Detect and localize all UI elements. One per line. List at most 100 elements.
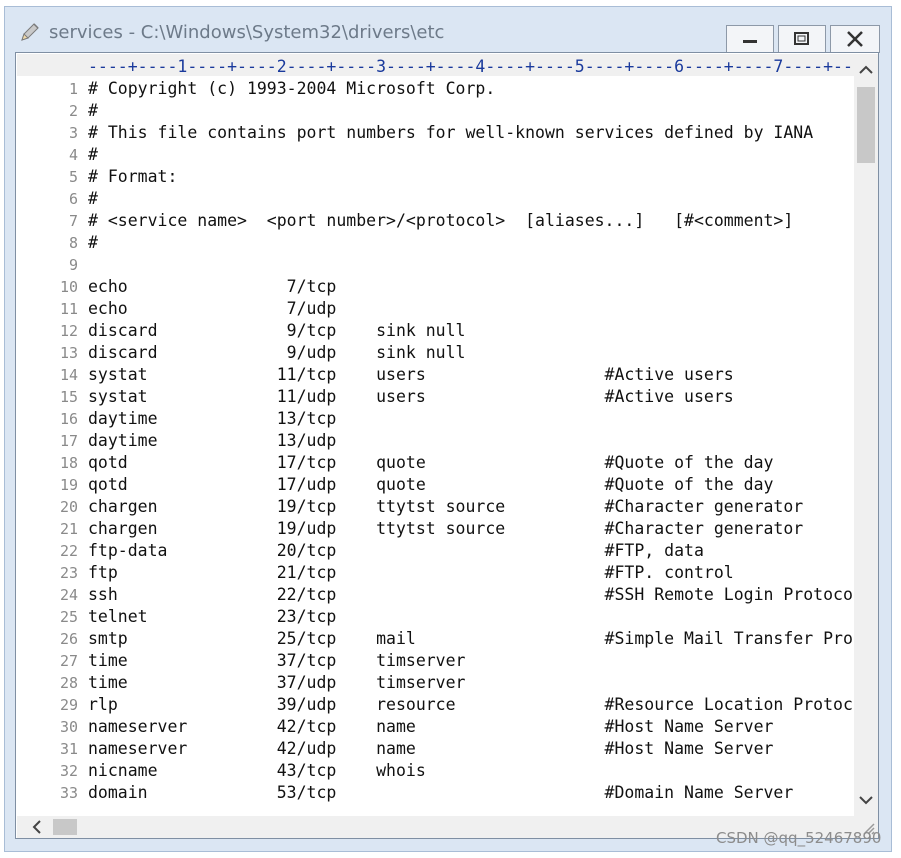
line-text[interactable]: ftp 21/tcp #FTP. control	[88, 563, 734, 582]
line-text[interactable]: # Copyright (c) 1993-2004 Microsoft Corp…	[88, 79, 495, 98]
line-text[interactable]: chargen 19/tcp ttytst source #Character …	[88, 497, 803, 516]
horizontal-scroll-thumb[interactable]	[53, 819, 77, 835]
maximize-icon	[794, 32, 809, 45]
line-text[interactable]: #	[88, 101, 98, 120]
text-line[interactable]: 28 time 37/udp timserver	[17, 672, 853, 694]
line-text[interactable]: time 37/tcp timserver	[88, 651, 466, 670]
minimize-button[interactable]	[726, 25, 774, 53]
line-text[interactable]: daytime 13/tcp	[88, 409, 336, 428]
line-text[interactable]: echo 7/udp	[88, 299, 336, 318]
text-line[interactable]: 1 # Copyright (c) 1993-2004 Microsoft Cor…	[17, 78, 853, 100]
line-text[interactable]: # This file contains port numbers for we…	[88, 123, 813, 142]
text-line[interactable]: 13 discard 9/udp sink null	[17, 342, 853, 364]
scroll-left-icon[interactable]	[25, 816, 49, 838]
maximize-button[interactable]	[778, 25, 826, 53]
line-number: 7	[68, 212, 78, 230]
text-line[interactable]: 9	[17, 254, 853, 276]
line-number: 4	[68, 146, 78, 164]
text-editor[interactable]: ----+----1----+----2----+----3----+----4…	[15, 52, 879, 839]
line-text[interactable]: discard 9/tcp sink null	[88, 321, 466, 340]
text-line[interactable]: 11 echo 7/udp	[17, 298, 853, 320]
line-text[interactable]: #	[88, 145, 98, 164]
text-area[interactable]: 1 # Copyright (c) 1993-2004 Microsoft Cor…	[17, 78, 853, 816]
line-text[interactable]: nicname 43/tcp whois	[88, 761, 426, 780]
text-line[interactable]: 3 # This file contains port numbers for w…	[17, 122, 853, 144]
line-number: 25	[59, 608, 78, 626]
line-text[interactable]: nameserver 42/udp name #Host Name Server	[88, 739, 773, 758]
text-line[interactable]: 25 telnet 23/tcp	[17, 606, 853, 628]
text-line[interactable]: 18 qotd 17/tcp quote #Quote of the day	[17, 452, 853, 474]
line-text[interactable]: rlp 39/udp resource #Resource Location P…	[88, 695, 853, 714]
line-number: 17	[59, 432, 78, 450]
line-number: 14	[59, 366, 78, 384]
line-text[interactable]: ssh 22/tcp #SSH Remote Login Protoco	[88, 585, 853, 604]
text-line[interactable]: 6 #	[17, 188, 853, 210]
text-line[interactable]: 29 rlp 39/udp resource #Resource Location…	[17, 694, 853, 716]
text-line[interactable]: 8 #	[17, 232, 853, 254]
ruler-gutter	[17, 54, 86, 76]
text-line[interactable]: 10 echo 7/tcp	[17, 276, 853, 298]
line-number: 30	[59, 718, 78, 736]
scroll-down-icon[interactable]	[854, 788, 878, 812]
line-text[interactable]: #	[88, 233, 98, 252]
line-text[interactable]: chargen 19/udp ttytst source #Character …	[88, 519, 803, 538]
text-line[interactable]: 30 nameserver 42/tcp name #Host Name Serv…	[17, 716, 853, 738]
text-line[interactable]: 22 ftp-data 20/tcp #FTP, data	[17, 540, 853, 562]
line-number: 3	[68, 124, 78, 142]
vertical-scrollbar[interactable]	[854, 54, 878, 816]
close-button[interactable]	[830, 25, 880, 53]
text-line[interactable]: 27 time 37/tcp timserver	[17, 650, 853, 672]
line-text[interactable]: # Format:	[88, 167, 177, 186]
ruler-scale: ----+----1----+----2----+----3----+----4…	[88, 57, 854, 76]
text-line[interactable]: 20 chargen 19/tcp ttytst source #Characte…	[17, 496, 853, 518]
line-text[interactable]: echo 7/tcp	[88, 277, 336, 296]
line-number: 11	[59, 300, 78, 318]
line-number: 1	[68, 80, 78, 98]
line-text[interactable]: time 37/udp timserver	[88, 673, 466, 692]
line-text[interactable]: systat 11/udp users #Active users	[88, 387, 734, 406]
text-line[interactable]: 2 #	[17, 100, 853, 122]
text-line[interactable]: 33 domain 53/tcp #Domain Name Server	[17, 782, 853, 804]
text-line[interactable]: 21 chargen 19/udp ttytst source #Characte…	[17, 518, 853, 540]
line-text[interactable]: systat 11/tcp users #Active users	[88, 365, 734, 384]
text-line[interactable]: 16 daytime 13/tcp	[17, 408, 853, 430]
watermark-text: CSDN @qq_52467890	[716, 829, 882, 847]
text-line[interactable]: 14 systat 11/tcp users #Active users	[17, 364, 853, 386]
notepad-pencil-icon	[19, 21, 41, 43]
line-number: 31	[59, 740, 78, 758]
line-text[interactable]: discard 9/udp sink null	[88, 343, 466, 362]
text-line[interactable]: 7 # <service name> <port number>/<protoco…	[17, 210, 853, 232]
line-number: 2	[68, 102, 78, 120]
line-text[interactable]: daytime 13/udp	[88, 431, 336, 450]
line-text[interactable]: nameserver 42/tcp name #Host Name Server	[88, 717, 773, 736]
line-text[interactable]: qotd 17/tcp quote #Quote of the day	[88, 453, 773, 472]
scroll-up-icon[interactable]	[854, 58, 878, 82]
line-number: 22	[59, 542, 78, 560]
line-text[interactable]: smtp 25/tcp mail #Simple Mail Transfer P…	[88, 629, 853, 648]
text-line[interactable]: 26 smtp 25/tcp mail #Simple Mail Transfer…	[17, 628, 853, 650]
line-number: 5	[68, 168, 78, 186]
minimize-icon	[743, 40, 757, 43]
text-line[interactable]: 31 nameserver 42/udp name #Host Name Serv…	[17, 738, 853, 760]
line-text[interactable]: #	[88, 189, 98, 208]
line-number: 32	[59, 762, 78, 780]
line-text[interactable]: domain 53/tcp #Domain Name Server	[88, 783, 793, 802]
text-line[interactable]: 17 daytime 13/udp	[17, 430, 853, 452]
text-line[interactable]: 24 ssh 22/tcp #SSH Remote Login Protoco	[17, 584, 853, 606]
line-text[interactable]: telnet 23/tcp	[88, 607, 336, 626]
text-line[interactable]: 5 # Format:	[17, 166, 853, 188]
line-text[interactable]: ftp-data 20/tcp #FTP, data	[88, 541, 704, 560]
vertical-scroll-thumb[interactable]	[857, 87, 875, 163]
line-text[interactable]: qotd 17/udp quote #Quote of the day	[88, 475, 773, 494]
text-line[interactable]: 15 systat 11/udp users #Active users	[17, 386, 853, 408]
title-bar[interactable]: services - C:\Windows\System32\drivers\e…	[5, 7, 891, 53]
line-number: 26	[59, 630, 78, 648]
text-line[interactable]: 19 qotd 17/udp quote #Quote of the day	[17, 474, 853, 496]
text-line[interactable]: 4 #	[17, 144, 853, 166]
line-text[interactable]: # <service name> <port number>/<protocol…	[88, 211, 793, 230]
text-line[interactable]: 23 ftp 21/tcp #FTP. control	[17, 562, 853, 584]
window-title: services - C:\Windows\System32\drivers\e…	[49, 22, 445, 43]
text-line[interactable]: 32 nicname 43/tcp whois	[17, 760, 853, 782]
line-number: 10	[59, 278, 78, 296]
text-line[interactable]: 12 discard 9/tcp sink null	[17, 320, 853, 342]
